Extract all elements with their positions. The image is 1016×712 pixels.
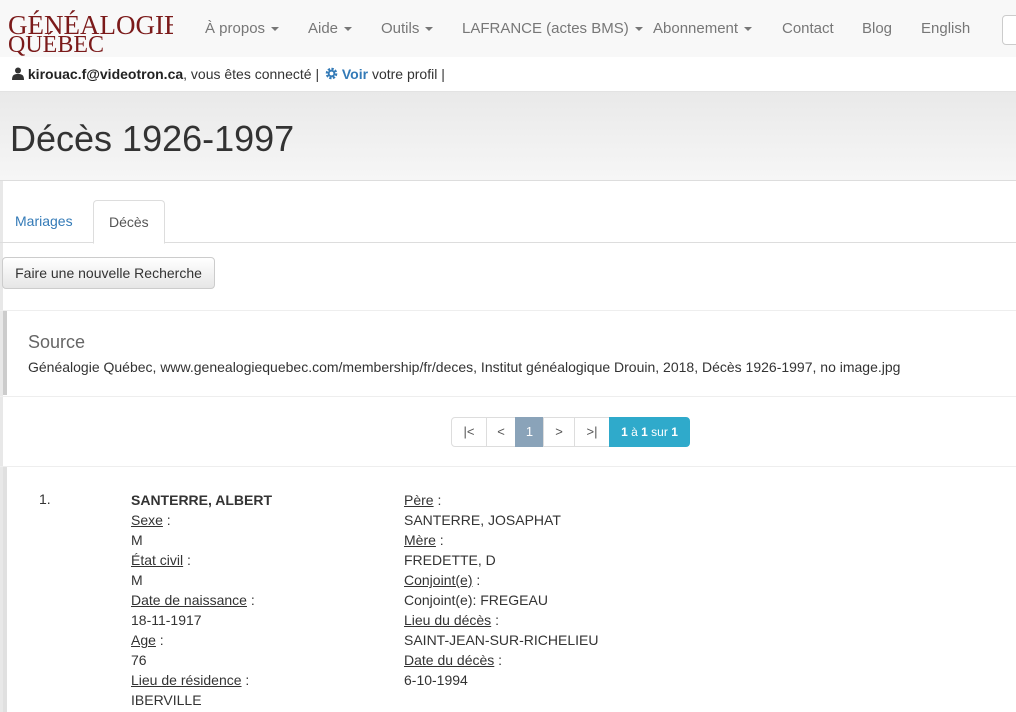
age-value: 76 [131, 652, 147, 668]
age-label: Age [131, 632, 156, 648]
nav-contact[interactable]: Contact [782, 20, 834, 37]
etat-civil-value: M [131, 572, 143, 588]
divider [0, 396, 1016, 397]
page-header: Décès 1926-1997 [0, 92, 1016, 181]
lieu-deces-value: SAINT-JEAN-SUR-RICHELIEU [404, 632, 599, 648]
site-logo[interactable]: GÉNÉALOGIE QUÉBEC [8, 6, 173, 56]
page-next-button[interactable]: > [543, 417, 575, 447]
pere-value: SANTERRE, JOSAPHAT [404, 512, 561, 528]
record-left-border [3, 467, 7, 712]
pere-label: Père [404, 492, 434, 508]
page-last-button[interactable]: >| [574, 417, 610, 447]
conjoint-label: Conjoint(e) [404, 572, 473, 588]
lieu-deces-label: Lieu du décès [404, 612, 492, 628]
tab-mariages[interactable]: Mariages [0, 200, 88, 241]
caret-down-icon [744, 27, 753, 32]
caret-down-icon [344, 27, 353, 32]
view-profile-link[interactable]: Voir [342, 66, 368, 82]
source-title: Source [28, 332, 86, 352]
tab-deces[interactable]: Décès [93, 200, 165, 244]
profile-text: votre profil | [371, 66, 445, 82]
nav-search-box[interactable] [1002, 15, 1016, 45]
source-block: Source Généalogie Québec, www.genealogie… [3, 311, 1016, 395]
etat-civil-label: État civil [131, 552, 184, 568]
result-count-badge: 1 à 1 sur 1 [609, 417, 690, 447]
sexe-label: Sexe [131, 512, 163, 528]
page-title: Décès 1926-1997 [10, 118, 295, 159]
naissance-label: Date de naissance [131, 592, 247, 608]
user-email: kirouac.f@videotron.ca [27, 66, 184, 82]
residence-label: Lieu de résidence [131, 672, 242, 688]
caret-down-icon [271, 27, 280, 32]
nav-english[interactable]: English [921, 20, 970, 37]
gear-icon [325, 67, 338, 80]
mere-label: Mère [404, 532, 436, 548]
record-number: 1. [39, 491, 51, 507]
caret-down-icon [425, 27, 434, 32]
connected-text: , vous êtes connecté | [183, 66, 320, 82]
record-left-column: SANTERRE, ALBERT Sexe : M État civil : M… [131, 492, 273, 708]
record-name: SANTERRE, ALBERT [131, 492, 273, 508]
page-first-button[interactable]: |< [451, 417, 487, 447]
record-right-column: Père : SANTERRE, JOSAPHAT Mère : FREDETT… [404, 492, 599, 688]
nav-abonnement[interactable]: Abonnement [653, 20, 753, 37]
nav-lafrance[interactable]: LAFRANCE (actes BMS) [462, 20, 643, 37]
date-deces-value: 6-10-1994 [404, 672, 468, 688]
source-text: Généalogie Québec, www.genealogiequebec.… [28, 359, 901, 375]
mere-value: FREDETTE, D [404, 552, 496, 568]
user-icon [12, 67, 24, 80]
caret-down-icon [634, 27, 643, 32]
page-current[interactable]: 1 [515, 417, 544, 447]
date-deces-label: Date du décès [404, 652, 495, 668]
nav-blog[interactable]: Blog [862, 20, 892, 37]
nav-aide[interactable]: Aide [308, 20, 353, 37]
divider [0, 466, 1016, 467]
top-navbar: GÉNÉALOGIE QUÉBEC À propos Aide Outils L… [0, 0, 1016, 58]
user-bar: kirouac.f@videotron.ca, vous êtes connec… [0, 57, 1016, 92]
logo-line2: QUÉBEC [8, 32, 104, 56]
nav-outils[interactable]: Outils [381, 20, 434, 37]
sexe-value: M [131, 532, 143, 548]
nav-apropos[interactable]: À propos [205, 20, 280, 37]
page-prev-button[interactable]: < [486, 417, 516, 447]
pagination: |< < 1 > >| 1 à 1 sur 1 [451, 417, 690, 447]
conjoint-value: Conjoint(e): FREGEAU [404, 592, 548, 608]
naissance-value: 18-11-1917 [131, 612, 202, 628]
new-search-button[interactable]: Faire une nouvelle Recherche [2, 257, 215, 289]
residence-value: IBERVILLE [131, 692, 202, 708]
tab-bar: Mariages Décès [0, 200, 1016, 244]
